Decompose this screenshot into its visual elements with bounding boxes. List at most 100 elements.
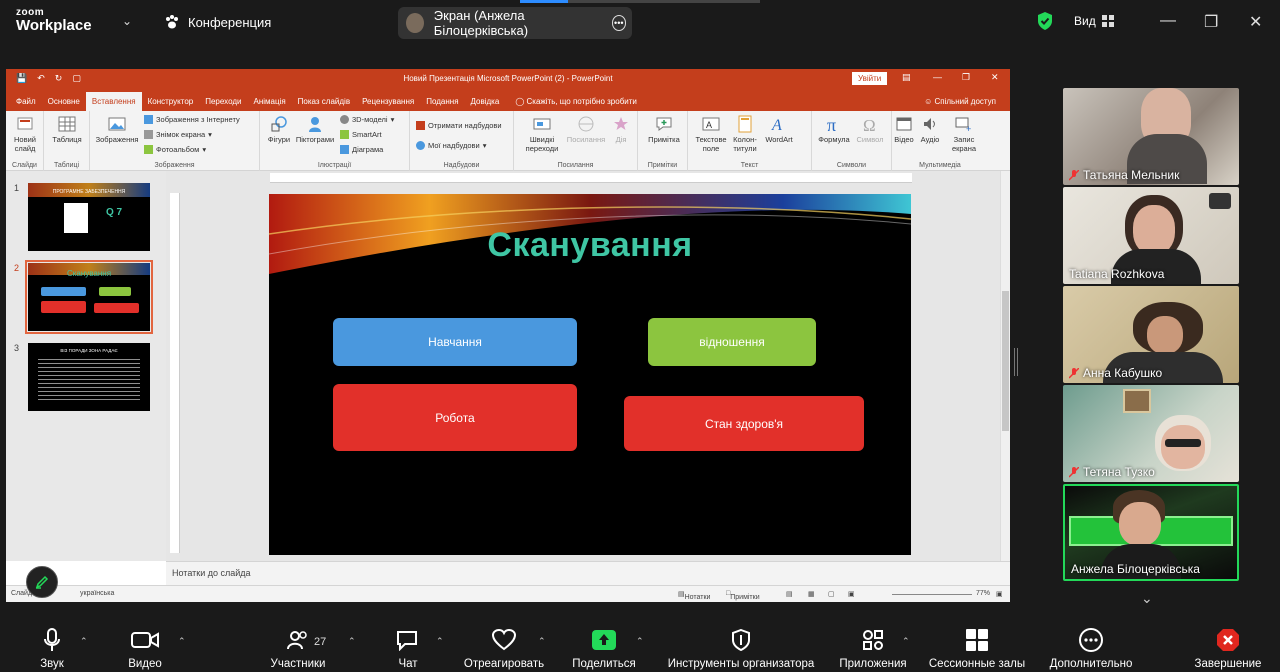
comment-button[interactable]: Примітка — [644, 115, 684, 144]
participant-tile-2[interactable]: Tatiana Rozhkova — [1063, 187, 1239, 284]
symbol-button[interactable]: Ω Символ — [852, 115, 888, 144]
tab-review[interactable]: Рецензування — [356, 97, 420, 111]
video-insert-button[interactable]: Відео — [892, 115, 916, 144]
participant-tile-5-active[interactable]: Анжела Білоцерківська — [1063, 484, 1239, 581]
notes-pane[interactable]: Нотатки до слайда — [166, 561, 1010, 585]
participant-tile-1[interactable]: Татьяна Мельник — [1063, 88, 1239, 185]
table-button[interactable]: Таблиця — [48, 115, 86, 144]
audio-insert-button[interactable]: Аудіо — [918, 115, 942, 144]
close-icon[interactable]: ✕ — [1249, 12, 1262, 32]
textbox-button[interactable]: A Текстове поле — [692, 115, 730, 153]
security-shield-icon[interactable] — [1036, 11, 1054, 31]
wordart-button[interactable]: A WordArt — [762, 115, 796, 144]
tell-me-search[interactable]: ◯ Скажіть, що потрібно зробити — [505, 97, 643, 111]
slide-title[interactable]: Сканування — [269, 226, 911, 265]
tab-insert[interactable]: Вставлення — [85, 92, 142, 111]
ppt-minimize-icon[interactable]: — — [933, 72, 942, 82]
view-menu[interactable]: Вид — [1074, 14, 1114, 28]
tab-animations[interactable]: Анімація — [247, 97, 291, 111]
chat-button[interactable]: Чат — [392, 628, 424, 670]
apps-options-caret-icon[interactable]: ⌃ — [902, 636, 910, 647]
video-options-caret-icon[interactable]: ⌃ — [178, 636, 186, 647]
participant-tile-3[interactable]: Анна Кабушко — [1063, 286, 1239, 383]
action-button[interactable]: Дія — [608, 115, 634, 144]
screen-recording-button[interactable]: + Запис екрана — [944, 115, 984, 153]
audio-button[interactable]: Звук — [34, 628, 70, 670]
scroll-participants-down-icon[interactable]: ⌄ — [1141, 590, 1153, 607]
slide-thumbnail-1[interactable]: ПРОГРАМНЕ ЗАБЕЗПЕЧЕННЯ Q 7 — [28, 183, 150, 251]
tab-slideshow[interactable]: Показ слайдів — [292, 97, 356, 111]
ppt-close-icon[interactable]: ✕ — [991, 72, 999, 83]
my-addins-button[interactable]: Мої надбудови ▾ — [416, 141, 486, 150]
slideshow-view-icon[interactable]: ▣ — [848, 590, 855, 598]
photo-album-button[interactable]: Фотоальбом ▾ — [144, 145, 206, 154]
microphone-icon — [44, 628, 60, 651]
share-options-caret-icon[interactable]: ⌃ — [636, 636, 644, 647]
react-button[interactable]: Отреагировать — [460, 628, 548, 670]
online-images-button[interactable]: Зображення з Інтернету — [144, 115, 240, 124]
vertical-scrollbar[interactable] — [1000, 171, 1010, 561]
tab-help[interactable]: Довідка — [465, 97, 506, 111]
conference-menu[interactable]: Конференция — [164, 14, 271, 30]
signin-button[interactable]: Увійти — [852, 72, 888, 85]
minimize-icon[interactable]: — — [1160, 12, 1176, 30]
screenshot-button[interactable]: Знімок екрана ▾ — [144, 130, 212, 139]
apps-button[interactable]: Приложения — [834, 628, 912, 670]
icons-button[interactable]: Піктограми — [294, 115, 336, 144]
restore-icon[interactable]: ❐ — [1204, 12, 1218, 32]
chat-options-caret-icon[interactable]: ⌃ — [436, 636, 444, 647]
slide-button-health[interactable]: Стан здоров'я — [624, 396, 864, 451]
status-language[interactable]: українська — [80, 590, 114, 597]
slide-button-work[interactable]: Робота — [333, 384, 577, 451]
panel-splitter-handle[interactable] — [1014, 348, 1018, 376]
images-button[interactable]: Зображення — [92, 115, 142, 144]
end-meeting-button[interactable]: Завершение — [1190, 628, 1266, 670]
normal-view-icon[interactable]: ▤ — [786, 590, 793, 598]
shapes-button[interactable]: Фігури — [264, 115, 294, 144]
reading-view-icon[interactable]: ▢ — [828, 590, 835, 598]
3d-models-button[interactable]: 3D-моделі ▾ — [340, 115, 394, 124]
more-icon[interactable]: ••• — [611, 15, 626, 31]
tab-view[interactable]: Подання — [420, 97, 464, 111]
equation-button[interactable]: π Формула — [814, 115, 854, 144]
status-comments-button[interactable]: □ Примітки — [726, 590, 760, 601]
video-button[interactable]: Видео — [124, 628, 166, 670]
smartart-button[interactable]: SmartArt — [340, 130, 382, 139]
tab-transitions[interactable]: Переходи — [199, 97, 247, 111]
ribbon-display-icon[interactable]: ▤ — [902, 72, 911, 83]
chevron-down-icon[interactable]: ⌄ — [122, 14, 132, 28]
status-zoom-level[interactable]: 77% — [976, 590, 990, 597]
tab-file[interactable]: Файл — [10, 97, 42, 111]
tab-home[interactable]: Основне — [42, 97, 86, 111]
share-screen-button[interactable]: Поделиться — [568, 628, 640, 670]
share-button[interactable]: ☺ Спільний доступ — [924, 97, 996, 106]
audio-options-caret-icon[interactable]: ⌃ — [80, 636, 88, 647]
slide-sorter-icon[interactable]: ▦ — [808, 590, 815, 598]
chart-button[interactable]: Діаграма — [340, 145, 383, 154]
zoom-slider[interactable] — [892, 594, 972, 595]
zoom-links-button[interactable]: Швидкі переходи — [520, 115, 564, 153]
slide-button-study[interactable]: Навчання — [333, 318, 577, 366]
react-options-caret-icon[interactable]: ⌃ — [538, 636, 546, 647]
breakout-rooms-button[interactable]: Сессионные залы — [926, 628, 1028, 670]
get-addins-button[interactable]: Отримати надбудови — [416, 121, 502, 130]
host-tools-button[interactable]: Инструменты организатора — [660, 628, 822, 670]
participant-tile-4[interactable]: Тетяна Тузко — [1063, 385, 1239, 482]
slide-button-relations[interactable]: відношення — [648, 318, 816, 366]
status-notes-button[interactable]: ▤ Нотатки — [678, 590, 710, 601]
header-footer-button[interactable]: Колон-титули — [728, 115, 762, 153]
participants-button[interactable]: Участники — [266, 628, 330, 670]
screen-share-pill[interactable]: Экран (Анжела Білоцерківська) ••• — [398, 7, 632, 39]
ppt-restore-icon[interactable]: ❐ — [962, 72, 970, 83]
slide-thumbnail-2[interactable]: Сканування — [25, 260, 153, 334]
slide-thumbnail-3[interactable]: ВІЗ ПОРАДИ ЗОНА РАДАЄ — [28, 343, 150, 411]
annotate-pen-button[interactable] — [26, 566, 58, 598]
participants-options-caret-icon[interactable]: ⌃ — [348, 636, 356, 647]
fit-slide-icon[interactable]: ▣ — [996, 590, 1003, 598]
more-button[interactable]: Дополнительно — [1044, 628, 1138, 670]
tab-design[interactable]: Конструктор — [142, 97, 200, 111]
share-progress — [520, 0, 760, 3]
link-button[interactable]: Посилання — [566, 115, 606, 144]
new-slide-button[interactable]: Новий слайд — [10, 115, 40, 153]
ppt-ribbon-tabs: Файл Основне Вставлення Конструктор Пере… — [6, 89, 1010, 111]
